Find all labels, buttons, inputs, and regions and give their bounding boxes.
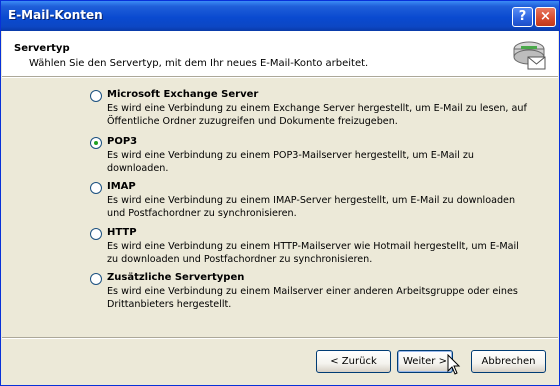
help-button[interactable]: ? <box>512 7 533 27</box>
radio-additional[interactable] <box>90 273 102 285</box>
server-mail-icon <box>513 41 546 70</box>
option-label[interactable]: HTTP <box>107 227 137 238</box>
radio-pop3[interactable] <box>90 137 102 149</box>
option-description: Es wird eine Verbindung zu einem Exchang… <box>107 103 527 127</box>
radio-exchange[interactable] <box>90 90 102 102</box>
option-description: Es wird eine Verbindung zu einem HTTP-Ma… <box>107 241 519 265</box>
mouse-pointer-icon <box>447 354 461 375</box>
option-label[interactable]: POP3 <box>107 136 137 147</box>
option-description: Es wird eine Verbindung zu einem Mailser… <box>107 286 518 310</box>
radio-imap[interactable] <box>90 182 102 194</box>
email-accounts-dialog: E-Mail-Konten ? × Servertyp Wählen Sie d… <box>0 0 560 386</box>
wizard-header: Servertyp Wählen Sie den Servertyp, mit … <box>2 31 558 76</box>
option-label[interactable]: IMAP <box>107 181 136 192</box>
header-separator <box>2 76 558 78</box>
radio-http[interactable] <box>90 228 102 240</box>
close-button[interactable]: × <box>535 7 556 27</box>
option-label[interactable]: Microsoft Exchange Server <box>107 89 258 100</box>
header-subtitle: Wählen Sie den Servertyp, mit dem Ihr ne… <box>29 58 369 69</box>
option-description: Es wird eine Verbindung zu einem IMAP-Se… <box>107 195 516 219</box>
window-title: E-Mail-Konten <box>8 8 103 22</box>
header-title: Servertyp <box>14 43 70 54</box>
option-label[interactable]: Zusätzliche Servertypen <box>107 272 244 283</box>
cancel-button[interactable]: Abbrechen <box>471 350 546 373</box>
next-button[interactable]: Weiter > <box>397 350 453 373</box>
title-bar[interactable]: E-Mail-Konten ? × <box>1 1 559 31</box>
footer-separator <box>2 337 558 339</box>
back-button[interactable]: < Zurück <box>316 350 391 373</box>
option-description: Es wird eine Verbindung zu einem POP3-Ma… <box>107 150 474 174</box>
